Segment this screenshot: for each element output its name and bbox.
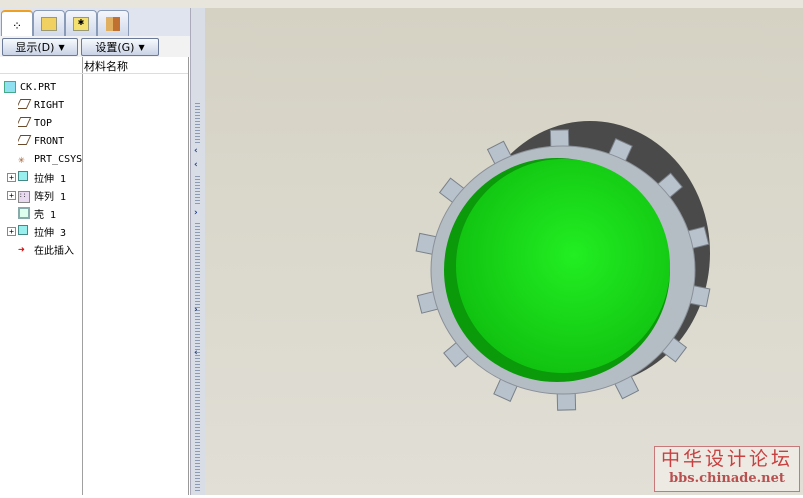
datum-plane-icon: [18, 116, 32, 130]
tree-item-label: 在此插入: [34, 245, 74, 257]
tree-controls: 显示(D) ▼ 设置(G) ▼: [0, 36, 190, 57]
splitter-grip[interactable]: [195, 176, 200, 206]
expand-toggle[interactable]: +: [7, 226, 16, 236]
tree-item[interactable]: ✳ PRT_CSYS: [18, 151, 98, 167]
watermark: 中华设计论坛 bbs.chinade.net: [654, 446, 800, 492]
tree-item[interactable]: ➜ 在此插入: [18, 241, 98, 257]
gear-model: [415, 121, 711, 411]
shell-icon: [18, 206, 31, 220]
datum-plane-icon: [18, 134, 32, 148]
expand-icon[interactable]: ›: [194, 208, 198, 218]
extrude-icon: [18, 224, 31, 238]
collapse-icon[interactable]: ‹: [194, 348, 198, 358]
splitter-grip[interactable]: [195, 223, 200, 493]
tree-item-label: FRONT: [34, 135, 65, 147]
watermark-url: bbs.chinade.net: [669, 471, 785, 486]
tab-layers[interactable]: [33, 10, 65, 37]
model-tree-panel: 材料名称 CK.PRT RIGHT TOP FRONT ✳ PRT_CSYS + 拉伸 1 +:…: [0, 57, 189, 495]
panel-splitter[interactable]: ‹ ‹ › › ‹: [190, 8, 206, 495]
collapse-icon[interactable]: ‹: [194, 160, 198, 170]
tree-item-label: CK.PRT: [20, 81, 57, 93]
header-line: [0, 73, 188, 74]
tree-item-label: PRT_CSYS: [34, 153, 83, 165]
navigator-tabs: ⁘ ✱: [0, 8, 190, 39]
settings-label: 设置(G): [95, 41, 135, 54]
tree-item[interactable]: 壳 1: [18, 205, 98, 221]
tree-item[interactable]: +:: 阵列 1: [7, 187, 98, 203]
gear-green-face: [456, 159, 670, 373]
chevron-down-icon: ▼: [58, 42, 65, 52]
tree-item-label: 拉伸 1: [34, 173, 67, 185]
chevron-down-icon: ▼: [138, 42, 145, 52]
tree-item[interactable]: CK.PRT: [4, 79, 84, 95]
tree-item-label: 阵列 1: [34, 191, 67, 203]
tree-icon: ⁘: [11, 18, 23, 33]
pattern-icon: ::: [18, 189, 31, 203]
extrude-icon: [18, 170, 31, 184]
csys-icon: ✳: [18, 152, 25, 166]
tab-tools[interactable]: [97, 10, 129, 37]
layers-icon: [41, 17, 57, 31]
tree-item-label: TOP: [34, 117, 53, 129]
show-dropdown[interactable]: 显示(D) ▼: [2, 38, 78, 56]
tree-item-label: 拉伸 3: [34, 227, 67, 239]
tree-item[interactable]: + 拉伸 3: [7, 223, 98, 239]
tree-item-label: RIGHT: [34, 99, 65, 111]
tree-item-label: 壳 1: [34, 209, 57, 221]
tree-item[interactable]: RIGHT: [18, 97, 98, 113]
tree-item[interactable]: TOP: [18, 115, 98, 131]
show-label: 显示(D): [15, 41, 55, 54]
settings-dropdown[interactable]: 设置(G) ▼: [81, 38, 159, 56]
tab-model-tree[interactable]: ⁘: [1, 10, 33, 39]
folder-icon: ✱: [73, 17, 89, 31]
expand-toggle[interactable]: +: [7, 172, 16, 182]
expand-icon[interactable]: ›: [194, 305, 198, 315]
watermark-title: 中华设计论坛: [660, 448, 793, 470]
graphics-viewport[interactable]: [205, 8, 803, 495]
splitter-grip[interactable]: [195, 103, 200, 143]
tab-folder[interactable]: ✱: [65, 10, 97, 37]
tree-item[interactable]: FRONT: [18, 133, 98, 149]
tree-item[interactable]: + 拉伸 1: [7, 169, 98, 185]
expand-toggle[interactable]: +: [7, 190, 16, 200]
datum-plane-icon: [18, 98, 32, 112]
column-header-material: 材料名称: [84, 60, 128, 73]
insert-arrow-icon: ➜: [18, 242, 25, 256]
collapse-icon[interactable]: ‹: [194, 146, 198, 156]
tools-icon: [106, 17, 120, 31]
part-icon: [4, 80, 17, 94]
